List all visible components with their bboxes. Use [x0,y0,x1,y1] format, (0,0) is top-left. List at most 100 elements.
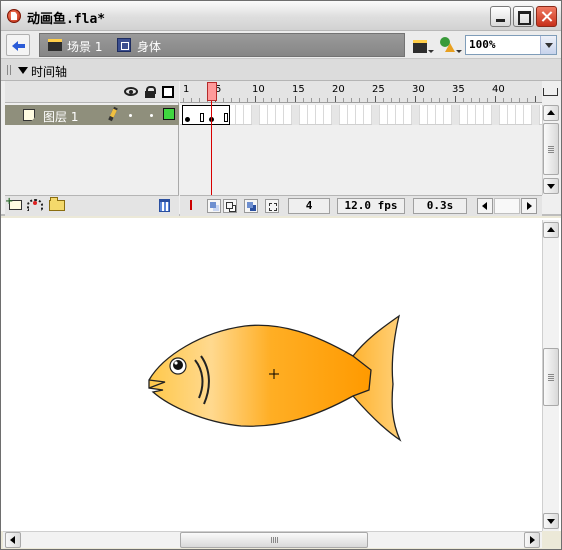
timeline-panel-header[interactable]: 时间轴 [1,59,561,81]
frame-cell-fifth[interactable] [492,105,499,125]
layer-visibility-toggle[interactable] [129,114,132,117]
keyframe-span[interactable] [182,105,230,125]
ruler-tick [319,98,320,102]
ruler-tick [431,98,432,102]
scene-icon [48,39,62,51]
ruler-tick [247,98,248,102]
ruler-tick [447,98,448,102]
ruler-tick [535,96,536,102]
chevron-down-icon [456,50,462,53]
breadcrumb: 场景 1 身体 [39,33,405,57]
frame-cell-fifth[interactable] [292,105,299,125]
scroll-thumb[interactable] [180,532,368,548]
onion-skin-icon[interactable] [207,199,221,213]
onion-skin-outlines-icon[interactable] [223,199,237,213]
scroll-thumb[interactable] [543,348,559,406]
pencil-icon [108,106,118,122]
lock-icon[interactable] [145,86,156,98]
frame-toolbar: 4 12.0 fps 0.3s [180,195,542,216]
scrollbar-corner [542,531,559,548]
frame-ruler[interactable]: 1 5 10 15 20 25 30 35 40 [180,81,542,103]
frame-end-marker [200,113,204,122]
maximize-button[interactable] [513,6,534,27]
title-bar[interactable]: 动画鱼.fla* [1,1,561,31]
ruler-tick [439,98,440,102]
keyframe-marker[interactable] [185,117,190,122]
stage[interactable] [1,218,561,531]
frame-scroll-right-button[interactable] [521,198,537,214]
outline-icon[interactable] [162,86,174,98]
layer-toolbar [5,195,179,216]
ruler-tick [471,98,472,102]
timeline-menu-icon[interactable] [543,85,558,99]
add-motion-guide-icon[interactable] [27,199,43,211]
eye-icon[interactable] [124,87,138,96]
back-button[interactable] [6,34,30,56]
zoom-select[interactable]: 100% [465,35,557,55]
breadcrumb-symbol[interactable]: 身体 [137,38,161,55]
frame-cell-fifth[interactable] [412,105,419,125]
fish-body [148,324,372,427]
frame-cell-fifth[interactable] [532,105,539,125]
frame-cell-fifth[interactable] [452,105,459,125]
close-button[interactable] [536,6,557,27]
breadcrumb-scene[interactable]: 场景 1 [67,38,102,55]
ruler-label: 25 [372,84,385,95]
layer-lock-toggle[interactable] [150,114,153,117]
ruler-tick [407,98,408,102]
layer-pane: 图层 1 [5,81,179,216]
ruler-tick [511,98,512,102]
layer-name[interactable]: 图层 1 [43,108,78,125]
frame-scroll-track[interactable] [494,198,520,214]
ruler-tick [263,98,264,102]
frame-cell-fifth[interactable] [372,105,379,125]
add-layer-icon[interactable] [5,196,22,210]
edit-symbols-button[interactable] [438,35,462,55]
scroll-up-button[interactable] [543,222,559,238]
scroll-up-button[interactable] [543,105,559,121]
ruler-tick [479,98,480,102]
scroll-down-button[interactable] [543,178,559,194]
window-title: 动画鱼.fla* [27,12,106,27]
ruler-tick [527,98,528,102]
frame-cell-fifth[interactable] [252,105,259,125]
frame-scroll-left-button[interactable] [477,198,493,214]
trash-icon[interactable] [159,199,170,212]
ruler-tick [335,96,336,102]
zoom-dropdown-button[interactable] [540,36,556,54]
frame-end-marker [224,113,228,122]
scroll-right-button[interactable] [524,532,540,548]
playhead[interactable] [207,82,217,101]
frame-cell-fifth[interactable] [332,105,339,125]
ruler-tick [351,98,352,102]
add-layer-folder-icon[interactable] [49,197,65,211]
ruler-tick [391,98,392,102]
stage-vertical-scrollbar[interactable] [542,220,559,531]
stage-horizontal-scrollbar[interactable] [3,531,542,548]
modify-onion-markers-icon[interactable] [265,199,279,213]
elapsed-time: 0.3s [413,198,467,214]
fish-symbol[interactable] [141,314,403,442]
fish-pupil [173,360,183,370]
timeline-vertical-scrollbar[interactable] [542,105,559,195]
edit-scene-button[interactable] [411,35,435,55]
ruler-tick [495,96,496,102]
frames-row[interactable] [180,105,542,125]
symbol-icon [117,38,131,52]
frame-rate[interactable]: 12.0 fps [337,198,405,214]
layer-outline-color[interactable] [163,108,175,120]
ruler-tick [399,98,400,102]
scroll-left-button[interactable] [5,532,21,548]
center-frame-icon[interactable] [185,199,199,213]
collapse-triangle-icon[interactable] [18,67,28,74]
panel-grip-icon[interactable] [7,65,13,75]
scroll-down-button[interactable] [543,513,559,529]
ruler-tick [279,98,280,102]
flash-document-icon [7,9,21,23]
layer-header [5,81,179,103]
scroll-thumb[interactable] [543,123,559,175]
edit-multiple-frames-icon[interactable] [244,199,258,213]
layer-row[interactable]: 图层 1 [5,105,179,125]
ruler-tick [271,98,272,102]
minimize-button[interactable] [490,6,511,27]
